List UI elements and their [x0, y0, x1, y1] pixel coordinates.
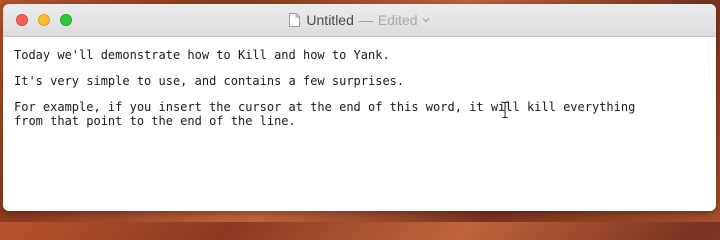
window-title-area[interactable]: Untitled — Edited: [3, 4, 716, 36]
text-editor-window: Untitled — Edited Today we'll demonstrat…: [3, 4, 716, 211]
text-line: from that point to the end of the line.: [14, 114, 296, 128]
title-separator: —: [358, 12, 373, 28]
text-line: It's very simple to use, and contains a …: [14, 74, 405, 88]
document-text-area[interactable]: Today we'll demonstrate how to Kill and …: [14, 48, 706, 128]
window-title: Untitled: [306, 12, 354, 28]
document-icon: [289, 13, 301, 27]
edited-status: Edited: [377, 12, 418, 28]
text-line: For example, if you insert the cursor at…: [14, 100, 636, 114]
i-beam-cursor-icon: [502, 102, 508, 118]
chevron-down-icon[interactable]: [422, 16, 430, 24]
title-bar[interactable]: Untitled — Edited: [3, 4, 716, 37]
text-line: Today we'll demonstrate how to Kill and …: [14, 48, 390, 62]
